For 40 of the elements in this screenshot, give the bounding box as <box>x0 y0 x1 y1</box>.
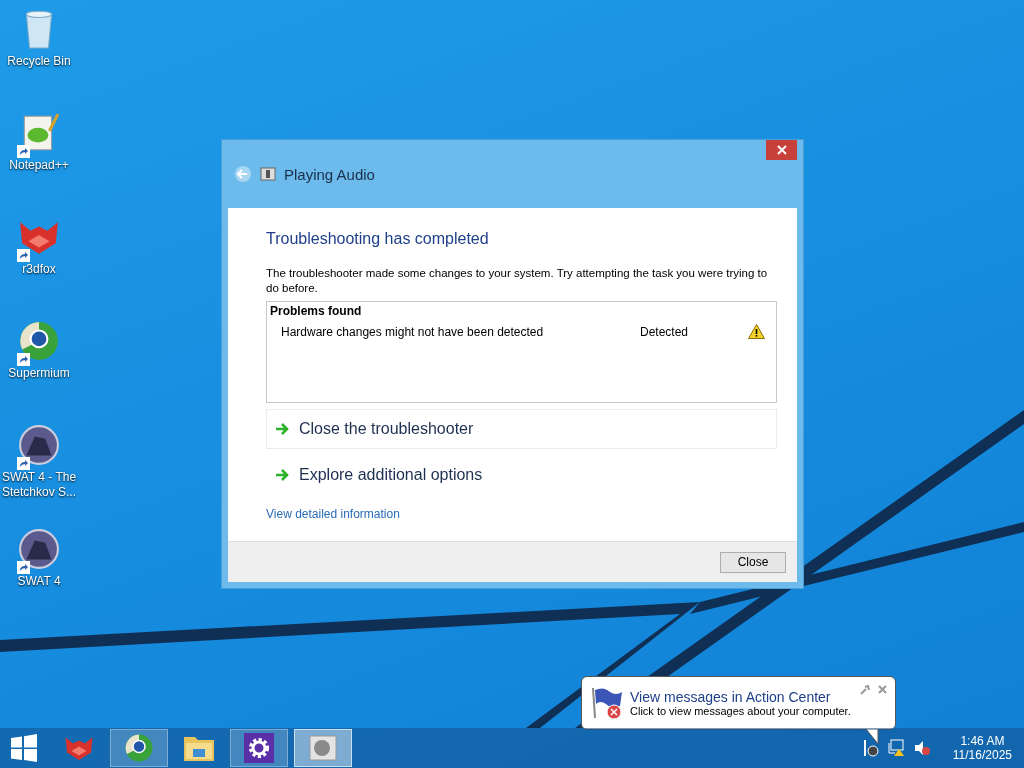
details-link[interactable]: View detailed information <box>266 507 400 521</box>
flag-error-icon <box>590 686 624 720</box>
close-icon <box>776 145 787 155</box>
network-warning-icon[interactable] <box>886 739 905 757</box>
problem-name: Hardware changes might not have been detected <box>281 324 545 339</box>
heading: Troubleshooting has completed <box>266 230 490 248</box>
close-icon[interactable] <box>878 685 887 694</box>
option-link[interactable]: Close the troubleshooter <box>266 409 777 449</box>
taskbar-button[interactable] <box>230 729 288 767</box>
option-link[interactable]: Explore additional options <box>266 455 777 495</box>
notification-balloon[interactable]: View messages in Action Center Click to view messages about your computer. <box>581 676 896 730</box>
game-icon[interactable] <box>18 528 60 570</box>
notification-message: Click to view messages about your computer. <box>630 705 851 717</box>
close-button[interactable]: Close <box>720 551 786 573</box>
arrow-right-icon <box>275 423 289 435</box>
problems-title: Problems found <box>270 304 363 318</box>
windows-logo-icon[interactable] <box>10 734 38 762</box>
close-button[interactable] <box>766 140 797 160</box>
troubleshooter-icon[interactable] <box>308 733 338 763</box>
problem-status: Detected <box>640 324 690 339</box>
game-icon[interactable] <box>18 424 60 466</box>
notification-title: View messages in Action Center <box>630 689 832 705</box>
desktop-icon-label[interactable]: SWAT 4 <box>0 574 78 589</box>
arrow-right-icon <box>275 469 289 481</box>
clock[interactable]: 1:46 AM 11/16/2025 <box>952 734 1012 762</box>
settings-icon[interactable] <box>244 733 274 763</box>
warning-icon <box>748 324 765 339</box>
browser-icon[interactable] <box>124 733 154 763</box>
desktop-icon-label[interactable]: Supermium <box>0 366 78 381</box>
message-text: The troubleshooter made some changes to your system. Try attempting the task you were trying to do before. <box>266 266 769 296</box>
browser-icon[interactable] <box>18 320 60 362</box>
speaker-document-icon <box>260 166 276 182</box>
speaker-muted-icon[interactable] <box>912 739 931 757</box>
desktop-icon-label[interactable]: r3dfox <box>0 262 78 277</box>
desktop-icon-label[interactable]: Recycle Bin <box>0 54 78 69</box>
taskbar-button[interactable] <box>110 729 168 767</box>
desktop-icon-label[interactable]: SWAT 4 - The Stetchkov S... <box>0 470 78 500</box>
balloon-tail <box>866 729 880 745</box>
window-title: Playing Audio <box>284 165 375 183</box>
desktop-icon-label[interactable]: Notepad++ <box>0 158 78 173</box>
